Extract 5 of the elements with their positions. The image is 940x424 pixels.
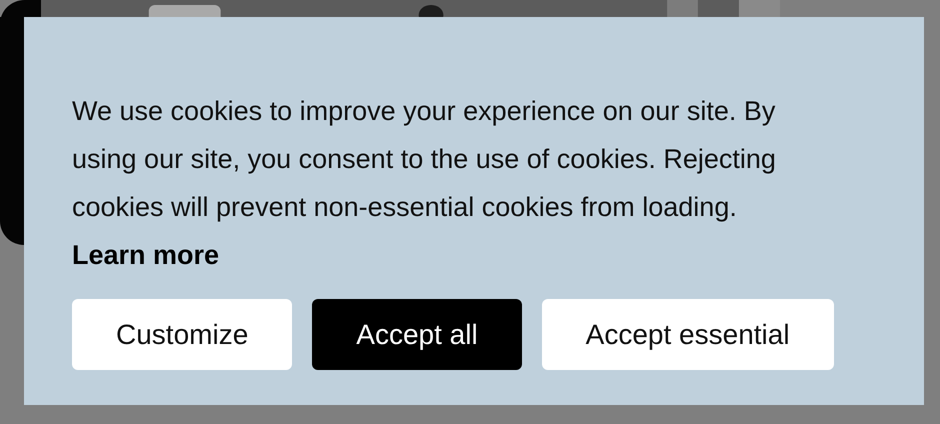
cookie-message: We use cookies to improve your experience on our site. By using our site, you consent to the use of cookies. Rejecting cookies will prevent non-essential cookies from loading. [72,95,777,224]
secondary-button[interactable]: Accept essential [542,299,834,370]
secondary-button[interactable]: Customize [72,299,292,370]
learn-more-link[interactable]: Learn more [72,231,220,279]
accept-button[interactable]: Accept all [312,299,522,370]
